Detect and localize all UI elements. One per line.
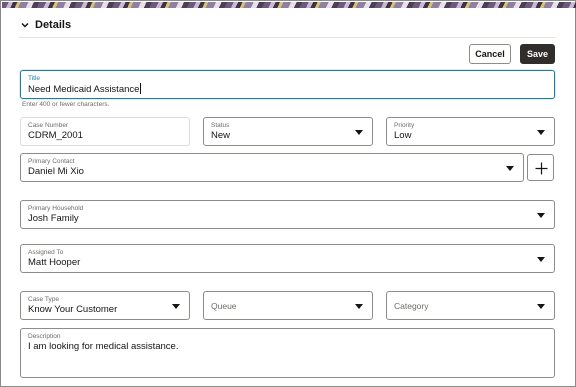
status-select[interactable]: Status New (203, 117, 373, 146)
plus-icon (535, 162, 548, 175)
description-label: Description (28, 333, 61, 340)
text-cursor (140, 83, 142, 94)
description-textarea[interactable]: Description I am looking for medical ass… (20, 328, 555, 378)
cancel-button[interactable]: Cancel (469, 44, 511, 64)
status-value: New (211, 130, 231, 141)
case-number-field: Case Number CDRM_2001 (20, 117, 190, 146)
details-panel: Details Cancel Save Title Need Medicaid … (0, 0, 576, 387)
queue-placeholder: Queue (211, 300, 237, 311)
priority-label: Priority (394, 122, 415, 129)
save-button[interactable]: Save (520, 44, 555, 64)
case-type-label: Case Type (28, 296, 59, 303)
status-label: Status (211, 122, 230, 129)
assigned-to-label: Assigned To (28, 249, 64, 256)
assigned-to-select[interactable]: Assigned To Matt Hooper (20, 244, 555, 273)
category-select[interactable]: Category (386, 291, 555, 320)
title-label: Title (28, 75, 41, 82)
priority-select[interactable]: Priority Low (386, 117, 555, 146)
details-section-header[interactable]: Details (21, 17, 71, 33)
case-type-select[interactable]: Case Type Know Your Customer (20, 291, 190, 320)
queue-select[interactable]: Queue (203, 291, 373, 320)
category-placeholder: Category (394, 300, 429, 311)
primary-household-label: Primary Household (28, 205, 84, 212)
dropdown-arrow-icon[interactable] (355, 303, 363, 309)
primary-household-value: Josh Family (28, 213, 79, 224)
primary-contact-value: Daniel Mi Xio (28, 166, 84, 177)
primary-contact-select[interactable]: Primary Contact Daniel Mi Xio (20, 153, 524, 182)
dropdown-arrow-icon[interactable] (506, 165, 514, 171)
dropdown-arrow-icon[interactable] (537, 212, 545, 218)
title-help-text: Enter 400 or fewer characters. (22, 101, 110, 108)
dropdown-arrow-icon[interactable] (355, 129, 363, 135)
dropdown-arrow-icon[interactable] (537, 256, 545, 262)
title-input[interactable]: Need Medicaid Assistance (28, 83, 142, 95)
chevron-down-icon[interactable] (21, 21, 29, 29)
title-field[interactable]: Title Need Medicaid Assistance (20, 70, 555, 99)
description-value: I am looking for medical assistance. (28, 341, 179, 352)
assigned-to-value: Matt Hooper (28, 257, 81, 268)
case-number-label: Case Number (28, 122, 69, 129)
section-divider (19, 37, 555, 38)
primary-household-select[interactable]: Primary Household Josh Family (20, 200, 555, 229)
case-number-value: CDRM_2001 (28, 130, 83, 141)
dropdown-arrow-icon[interactable] (172, 303, 180, 309)
dropdown-arrow-icon[interactable] (537, 303, 545, 309)
section-title: Details (35, 19, 72, 31)
case-type-value: Know Your Customer (28, 304, 118, 315)
primary-contact-label: Primary Contact (28, 158, 75, 165)
dropdown-arrow-icon[interactable] (537, 129, 545, 135)
add-contact-button[interactable] (527, 154, 554, 181)
header-banner (2, 2, 576, 8)
priority-value: Low (394, 130, 412, 141)
